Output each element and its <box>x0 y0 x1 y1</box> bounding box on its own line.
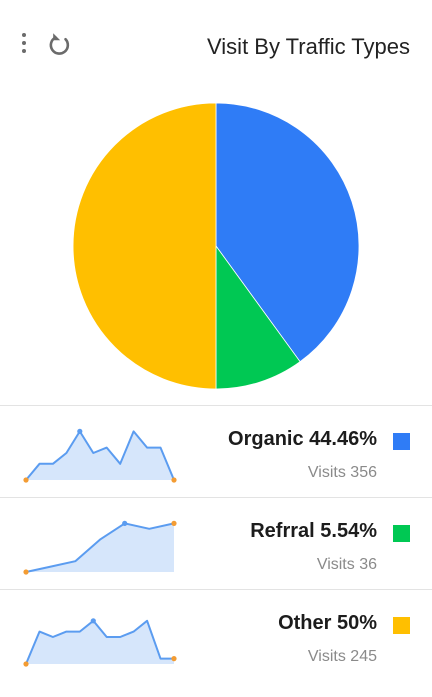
sparkline-end-point <box>171 520 177 526</box>
sparkline-end-point <box>171 477 177 483</box>
pie-slice-other[interactable] <box>72 102 217 390</box>
card-header: Visit By Traffic Types <box>0 0 432 80</box>
sparkline-start-point <box>23 569 29 575</box>
pie-svg <box>72 102 360 390</box>
visits-count: 36 <box>359 556 377 573</box>
sparkline-referral <box>23 520 177 575</box>
row-percent: 44.46% <box>309 428 377 450</box>
sparkline-max-point <box>77 428 83 434</box>
row-label-referral: Refrral 5.54% <box>250 520 377 543</box>
traffic-row-referral: Refrral 5.54% Visits 36 <box>0 497 432 589</box>
row-name: Other <box>278 612 332 634</box>
sparkline-area-organic <box>26 431 174 480</box>
row-label-organic: Organic 44.46% <box>228 428 377 451</box>
page-title: Visit By Traffic Types <box>207 34 410 59</box>
sparkline-start-point <box>23 477 29 483</box>
sparkline-organic <box>23 428 177 483</box>
row-name: Organic <box>228 428 304 450</box>
sparkline-start-point <box>23 661 29 667</box>
visits-count: 245 <box>350 648 377 665</box>
refresh-icon[interactable] <box>45 30 73 58</box>
legend-swatch-referral <box>393 525 410 542</box>
sparkline-area-referral <box>26 523 174 572</box>
row-visits-organic: Visits 356 <box>308 464 377 482</box>
row-visits-other: Visits 245 <box>308 648 377 666</box>
row-percent: 50% <box>336 612 377 634</box>
traffic-pie-chart <box>70 100 362 392</box>
row-label-other: Other 50% <box>278 612 377 635</box>
visits-label: Visits <box>316 556 355 573</box>
row-visits-referral: Visits 36 <box>317 556 377 574</box>
sparkline-end-point <box>171 656 177 662</box>
visits-label: Visits <box>307 648 346 665</box>
kebab-vertical-icon[interactable] <box>18 33 30 55</box>
sparkline-other <box>23 618 177 667</box>
visits-label: Visits <box>307 464 346 481</box>
legend-swatch-other <box>393 617 410 634</box>
traffic-types-card: Visit By Traffic Types Organic 44.46% Vi… <box>0 0 432 697</box>
sparkline-max-point <box>90 618 96 624</box>
sparkline-max-point <box>122 520 128 526</box>
visits-count: 356 <box>350 464 377 481</box>
traffic-row-organic: Organic 44.46% Visits 356 <box>0 405 432 497</box>
row-percent: 5.54% <box>320 520 377 542</box>
row-name: Refrral <box>250 520 315 542</box>
sparkline-area-other <box>26 620 174 664</box>
traffic-row-other: Other 50% Visits 245 <box>0 589 432 681</box>
legend-swatch-organic <box>393 433 410 450</box>
